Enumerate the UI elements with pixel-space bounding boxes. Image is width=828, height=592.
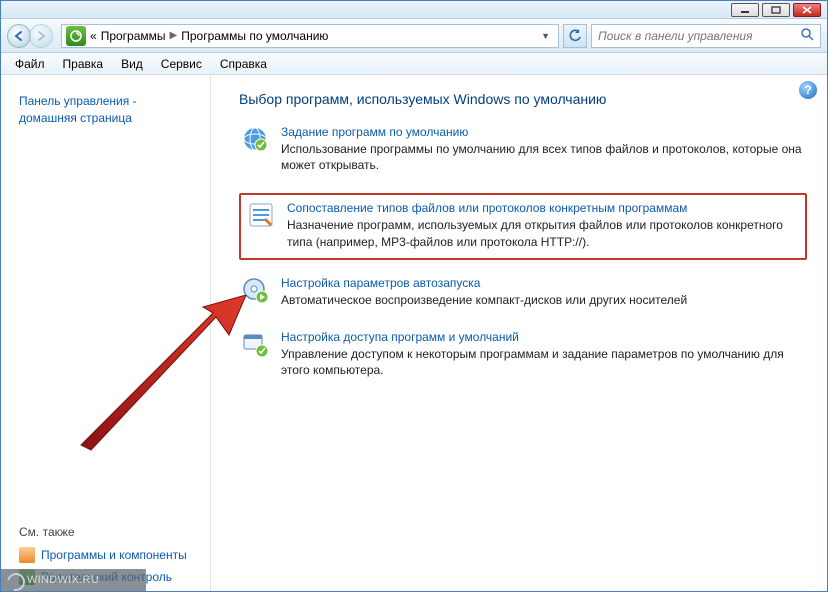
globe-icon <box>241 125 269 153</box>
page-title: Выбор программ, используемых Windows по … <box>239 91 807 107</box>
navbar: « Программы ▶ Программы по умолчанию ▼ <box>1 19 827 53</box>
chevron-right-icon: ▶ <box>170 30 178 41</box>
titlebar <box>1 1 827 19</box>
close-button[interactable] <box>793 3 821 17</box>
menu-file[interactable]: Файл <box>7 55 53 73</box>
nav-back-forward <box>7 22 57 50</box>
associate-icon <box>247 201 275 229</box>
address-dropdown[interactable]: ▼ <box>537 31 554 41</box>
access-icon <box>241 330 269 358</box>
breadcrumb-item[interactable]: Программы <box>101 29 166 43</box>
menu-tools[interactable]: Сервис <box>153 55 210 73</box>
menu-help[interactable]: Справка <box>212 55 275 73</box>
control-panel-home-link[interactable]: Панель управления - домашняя страница <box>19 93 198 127</box>
menubar: Файл Правка Вид Сервис Справка <box>1 53 827 75</box>
maximize-button[interactable] <box>762 3 790 17</box>
programs-icon <box>19 547 35 563</box>
option-desc: Автоматическое воспроизведение компакт-д… <box>281 292 805 308</box>
content: ? Выбор программ, используемых Windows п… <box>211 75 827 591</box>
option-link[interactable]: Настройка параметров автозапуска <box>281 276 480 290</box>
option-access: Настройка доступа программ и умолчаний У… <box>239 328 807 380</box>
breadcrumb-item[interactable]: Программы по умолчанию <box>181 29 328 43</box>
option-desc: Управление доступом к некоторым программ… <box>281 346 805 378</box>
minimize-button[interactable] <box>731 3 759 17</box>
option-associate-types: Сопоставление типов файлов или протоколо… <box>239 193 807 259</box>
search-input[interactable] <box>598 29 800 43</box>
see-also-header: См. также <box>19 525 198 539</box>
watermark: WINDWIX.RU <box>1 569 146 591</box>
back-button[interactable] <box>7 24 31 48</box>
option-desc: Назначение программ, используемых для от… <box>287 217 797 249</box>
search-box[interactable] <box>591 24 821 48</box>
search-icon[interactable] <box>800 27 814 44</box>
sidebar-link-programs[interactable]: Программы и компоненты <box>19 547 198 563</box>
forward-button[interactable] <box>29 24 53 48</box>
breadcrumb-chevrons[interactable]: « <box>90 29 97 43</box>
autoplay-icon <box>241 276 269 304</box>
option-link[interactable]: Настройка доступа программ и умолчаний <box>281 330 519 344</box>
option-autoplay: Настройка параметров автозапуска Автомат… <box>239 274 807 310</box>
address-bar[interactable]: « Программы ▶ Программы по умолчанию ▼ <box>61 24 559 48</box>
option-desc: Использование программы по умолчанию для… <box>281 141 805 173</box>
help-button[interactable]: ? <box>799 81 817 99</box>
option-link[interactable]: Задание программ по умолчанию <box>281 125 468 139</box>
refresh-button[interactable] <box>563 24 587 48</box>
sidebar: Панель управления - домашняя страница См… <box>1 75 211 591</box>
control-panel-window: « Программы ▶ Программы по умолчанию ▼ Ф… <box>0 0 828 592</box>
option-set-default: Задание программ по умолчанию Использова… <box>239 123 807 175</box>
option-link[interactable]: Сопоставление типов файлов или протоколо… <box>287 201 687 215</box>
body: Панель управления - домашняя страница См… <box>1 75 827 591</box>
menu-edit[interactable]: Правка <box>55 55 112 73</box>
menu-view[interactable]: Вид <box>113 55 151 73</box>
control-panel-icon <box>66 26 86 46</box>
